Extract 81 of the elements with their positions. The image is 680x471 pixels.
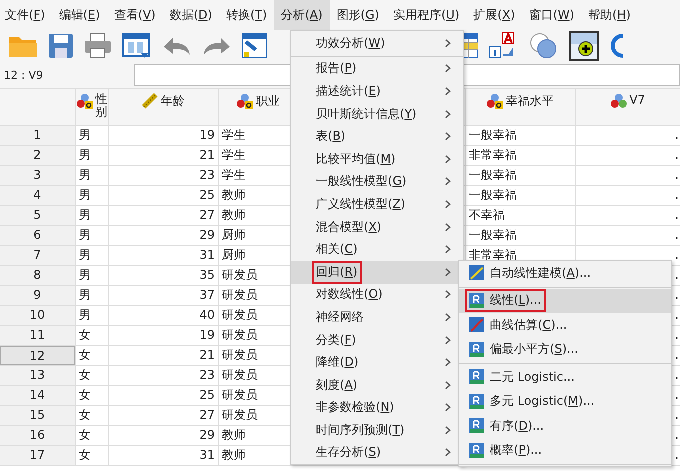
table-cell: 37 (200, 288, 215, 302)
table-cell: . (675, 248, 679, 262)
table-cell: 教师 (222, 428, 246, 442)
table-cell: . (675, 428, 679, 442)
table-cell: 女 (79, 388, 91, 402)
column-name: 年龄 (161, 93, 185, 110)
table-cell: 研发员 (222, 408, 258, 422)
table-cell: 研发员 (222, 288, 258, 302)
table-cell: 一般幸福 (469, 168, 517, 182)
table-cell: . (675, 388, 679, 402)
table-cell: 19 (200, 128, 215, 142)
table-cell: 学生 (222, 168, 246, 182)
table-cell: 35 (200, 268, 215, 282)
table-cell: . (675, 188, 679, 202)
table-cell: 男 (79, 208, 91, 222)
column-name: V7 (630, 93, 646, 107)
table-cell: 教师 (222, 448, 246, 462)
table-cell: 21 (200, 348, 215, 362)
table-cell: . (675, 368, 679, 382)
table-cell: . (675, 268, 679, 282)
table-cell: 男 (79, 228, 91, 242)
table-cell: 厨师 (222, 228, 246, 242)
column-name: 性别 (96, 93, 108, 120)
table-cell: 25 (200, 188, 215, 202)
table-cell: 25 (200, 388, 215, 402)
table-cell: 女 (79, 328, 91, 342)
table-cell: 一般幸福 (469, 188, 517, 202)
table-cell: 23 (200, 168, 215, 182)
table-cell: 研发员 (222, 268, 258, 282)
table-cell: 21 (200, 148, 215, 162)
table-cell: . (675, 448, 679, 462)
table-cell: 教师 (222, 208, 246, 222)
table-cell: 29 (200, 228, 215, 242)
table-cell: 男 (79, 288, 91, 302)
table-cell: . (675, 328, 679, 342)
cell-reference: 12 : V9 (3, 68, 44, 82)
table-cell: . (675, 348, 679, 362)
table-cell: 女 (79, 448, 91, 462)
table-cell: 31 (200, 448, 215, 462)
table-cell: 27 (200, 408, 215, 422)
table-cell: . (675, 288, 679, 302)
table-cell: 女 (79, 348, 91, 362)
table-cell: 40 (200, 308, 215, 322)
table-cell: . (675, 208, 679, 222)
table-cell: 31 (200, 248, 215, 262)
table-cell: 男 (79, 128, 91, 142)
table-cell: 教师 (222, 188, 246, 202)
table-cell: 男 (79, 168, 91, 182)
table-cell: 27 (200, 208, 215, 222)
table-cell: 非常幸福 (469, 148, 517, 162)
table-cell: 女 (79, 368, 91, 382)
table-cell: 研发员 (222, 348, 258, 362)
table-cell: 女 (79, 408, 91, 422)
table-cell: 不幸福 (469, 208, 505, 222)
table-cell: 29 (200, 428, 215, 442)
table-cell: . (675, 128, 679, 142)
table-cell: 学生 (222, 148, 246, 162)
table-cell: 男 (79, 148, 91, 162)
table-cell: . (675, 148, 679, 162)
table-cell: 男 (79, 248, 91, 262)
table-cell: . (675, 168, 679, 182)
column-name: 幸福水平 (506, 93, 554, 110)
table-cell: 研发员 (222, 308, 258, 322)
table-cell: 厨师 (222, 248, 246, 262)
table-cell: 男 (79, 268, 91, 282)
table-cell: 23 (200, 368, 215, 382)
table-cell: 19 (200, 328, 215, 342)
table-cell: 研发员 (222, 368, 258, 382)
table-cell: 男 (79, 308, 91, 322)
table-cell: . (675, 228, 679, 242)
table-cell: . (675, 408, 679, 422)
table-cell: . (675, 308, 679, 322)
table-cell: 一般幸福 (469, 128, 517, 142)
table-cell: 学生 (222, 128, 246, 142)
column-name: 职业 (256, 93, 280, 110)
table-cell: 研发员 (222, 328, 258, 342)
table-cell: 男 (79, 188, 91, 202)
table-cell: 研发员 (222, 388, 258, 402)
table-cell: 女 (79, 428, 91, 442)
table-cell: 一般幸福 (469, 228, 517, 242)
table-cell: 非常幸福 (469, 248, 517, 262)
